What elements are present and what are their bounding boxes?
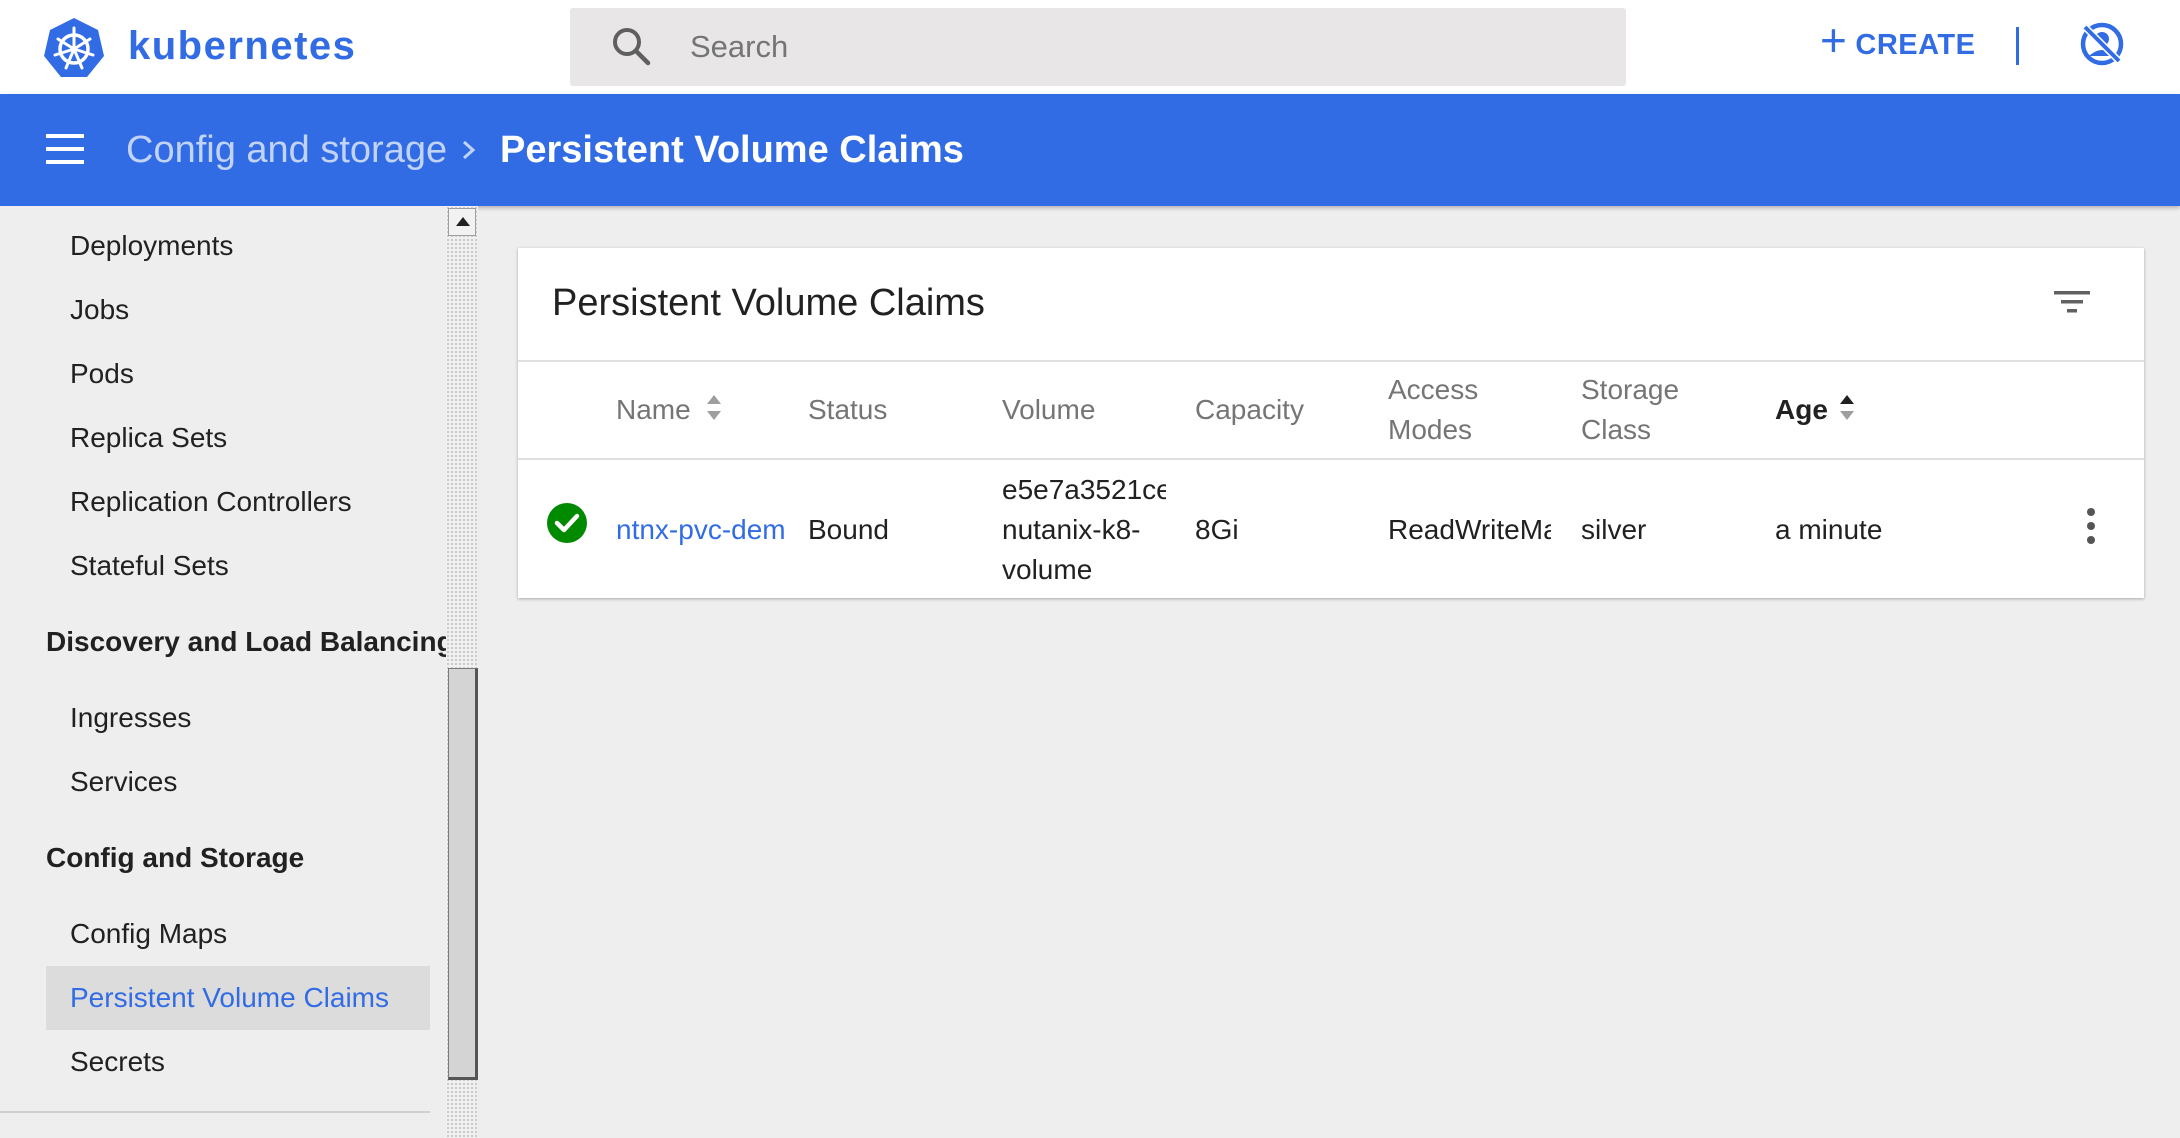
sidebar: Deployments Jobs Pods Replica Sets Repli… bbox=[0, 206, 446, 1138]
pvc-volume: e5e7a3521ce bbox=[1002, 474, 1166, 505]
more-vert-icon[interactable] bbox=[2084, 506, 2098, 546]
sidebar-item-persistent-volume-claims[interactable]: Persistent Volume Claims bbox=[70, 978, 389, 1018]
column-header-volume: Volume bbox=[1002, 394, 1096, 425]
search-icon bbox=[613, 28, 651, 66]
sort-icon[interactable] bbox=[704, 392, 724, 424]
pvc-volume-line2: nutanix-k8- bbox=[1002, 514, 1141, 545]
table-header-divider bbox=[518, 458, 2144, 460]
user-account-icon[interactable] bbox=[2078, 20, 2126, 68]
sidebar-item-replica-sets[interactable]: Replica Sets bbox=[70, 418, 227, 458]
sidebar-divider bbox=[0, 1111, 430, 1113]
kubernetes-logo-icon[interactable] bbox=[42, 16, 106, 80]
sidebar-item-secrets[interactable]: Secrets bbox=[70, 1042, 165, 1082]
card-header-divider bbox=[518, 360, 2144, 362]
breadcrumb-bar: Config and storage Persistent Volume Cla… bbox=[0, 94, 2180, 206]
pvc-capacity: 8Gi bbox=[1195, 514, 1239, 545]
column-header-name[interactable]: Name bbox=[616, 390, 691, 430]
pvc-volume-line3: volume bbox=[1002, 554, 1093, 585]
search-bar[interactable] bbox=[570, 8, 1626, 86]
sidebar-item-stateful-sets[interactable]: Stateful Sets bbox=[70, 546, 229, 586]
pvc-status: Bound bbox=[808, 514, 889, 545]
filter-icon[interactable] bbox=[2052, 284, 2092, 320]
column-header-storage-class-line2: Class bbox=[1581, 414, 1652, 445]
sidebar-item-config-maps[interactable]: Config Maps bbox=[70, 914, 227, 954]
menu-icon[interactable] bbox=[46, 134, 84, 164]
toolbar-divider bbox=[2016, 27, 2019, 65]
plus-icon: + bbox=[1820, 14, 1848, 66]
sidebar-section-discovery[interactable]: Discovery and Load Balancing bbox=[46, 622, 446, 662]
pvc-card: Persistent Volume Claims Name Status Vol… bbox=[518, 248, 2144, 598]
sidebar-item-services[interactable]: Services bbox=[70, 762, 177, 802]
column-header-age[interactable]: Age bbox=[1775, 390, 1828, 430]
sidebar-item-pods[interactable]: Pods bbox=[70, 354, 134, 394]
create-label: CREATE bbox=[1855, 28, 1976, 61]
search-input[interactable] bbox=[690, 8, 1590, 86]
breadcrumb-parent-link[interactable]: Config and storage bbox=[126, 126, 447, 174]
sidebar-section-config[interactable]: Config and Storage bbox=[46, 838, 304, 878]
create-button[interactable]: + CREATE bbox=[1820, 14, 1975, 76]
breadcrumb-current: Persistent Volume Claims bbox=[500, 129, 964, 171]
column-header-access-modes-line2: Modes bbox=[1388, 414, 1473, 445]
pvc-access-modes: ReadWriteMa bbox=[1388, 514, 1551, 545]
sidebar-item-replication-controllers[interactable]: Replication Controllers bbox=[70, 482, 352, 522]
card-title: Persistent Volume Claims bbox=[552, 282, 985, 324]
column-header-status: Status bbox=[808, 394, 888, 425]
sort-ascending-icon[interactable] bbox=[1837, 392, 1857, 424]
sidebar-item-deployments[interactable]: Deployments bbox=[70, 226, 233, 266]
pvc-age: a minute bbox=[1775, 514, 1883, 545]
pvc-name-link[interactable]: ntnx-pvc-dem bbox=[616, 510, 798, 550]
check-circle-icon bbox=[547, 503, 587, 543]
column-header-access-modes: Access bbox=[1388, 374, 1479, 405]
column-header-capacity: Capacity bbox=[1195, 394, 1304, 425]
chevron-right-icon bbox=[463, 140, 476, 160]
pvc-storage-class: silver bbox=[1581, 514, 1647, 545]
scroll-up-arrow-icon[interactable] bbox=[448, 208, 476, 236]
scrollbar-thumb[interactable] bbox=[448, 668, 478, 1080]
sidebar-item-ingresses[interactable]: Ingresses bbox=[70, 698, 191, 738]
brand-name[interactable]: kubernetes bbox=[128, 18, 356, 74]
top-bar: kubernetes + CREATE bbox=[0, 0, 2180, 94]
column-header-storage-class: Storage bbox=[1581, 374, 1680, 405]
sidebar-item-jobs[interactable]: Jobs bbox=[70, 290, 129, 330]
